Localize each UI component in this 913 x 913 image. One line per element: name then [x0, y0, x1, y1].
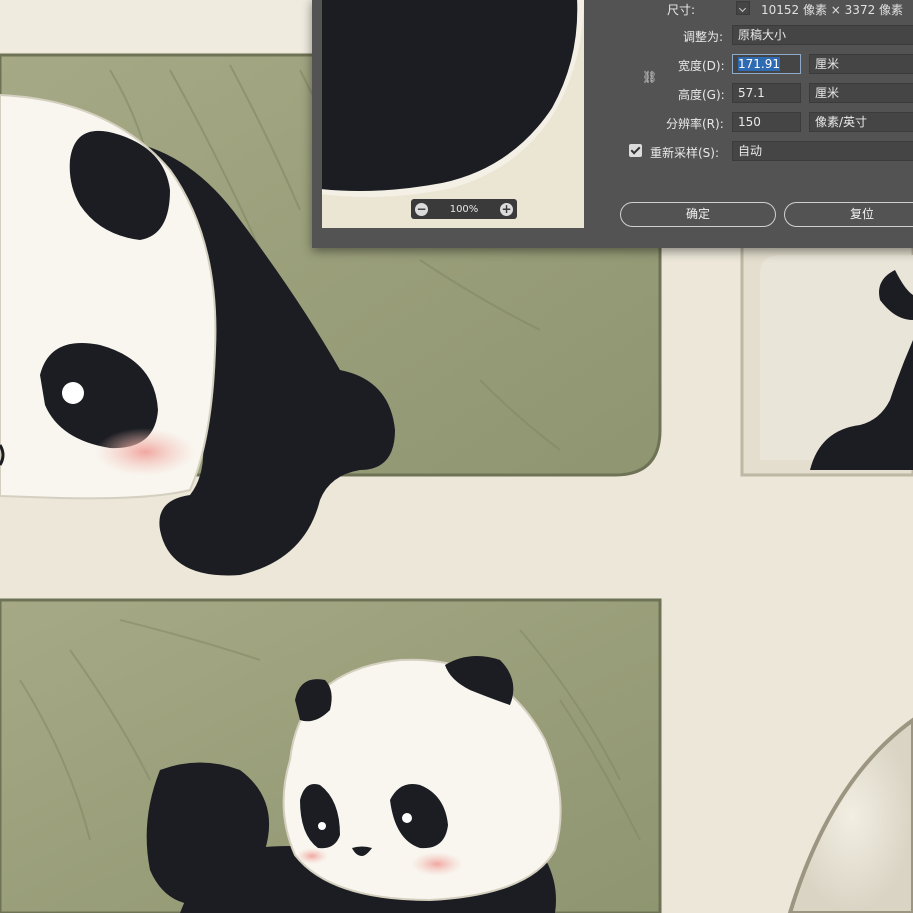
- width-label: 宽度(D):: [678, 59, 725, 73]
- dimensions-label: 尺寸:: [667, 3, 696, 17]
- resample-label: 重新采样(S):: [650, 146, 720, 160]
- height-unit-select[interactable]: 厘米: [809, 83, 913, 103]
- preview-image: [322, 0, 584, 228]
- zoom-control: − 100% +: [411, 199, 517, 219]
- width-unit-select[interactable]: 厘米: [809, 54, 913, 74]
- resample-select[interactable]: 自动: [732, 141, 913, 161]
- resolution-unit-select[interactable]: 像素/英寸: [809, 112, 913, 132]
- zoom-in-icon[interactable]: +: [500, 202, 513, 216]
- chain-link-icon[interactable]: ⛓: [642, 70, 657, 84]
- fit-to-label: 调整为:: [683, 30, 724, 44]
- dimensions-unit-dropdown[interactable]: [736, 1, 750, 15]
- zoom-level: 100%: [449, 203, 479, 215]
- reset-button[interactable]: 复位: [784, 202, 913, 227]
- resolution-label: 分辨率(R):: [666, 117, 724, 131]
- zoom-out-icon[interactable]: −: [415, 202, 428, 216]
- fit-to-select[interactable]: 原稿大小: [732, 25, 913, 45]
- dimensions-value: 10152 像素 × 3372 像素: [761, 3, 904, 17]
- resample-checkbox[interactable]: [629, 144, 642, 157]
- ok-button[interactable]: 确定: [620, 202, 776, 227]
- height-input[interactable]: 57.1: [732, 83, 801, 103]
- image-preview[interactable]: − 100% +: [322, 0, 584, 228]
- image-size-dialog: − 100% + 尺寸: 10152 像素 × 3372 像素 调整为: 原稿大…: [312, 0, 913, 248]
- width-value: 171.91: [738, 57, 780, 71]
- height-label: 高度(G):: [678, 88, 725, 102]
- resolution-input[interactable]: 150: [732, 112, 801, 132]
- width-input[interactable]: 171.91: [732, 54, 801, 74]
